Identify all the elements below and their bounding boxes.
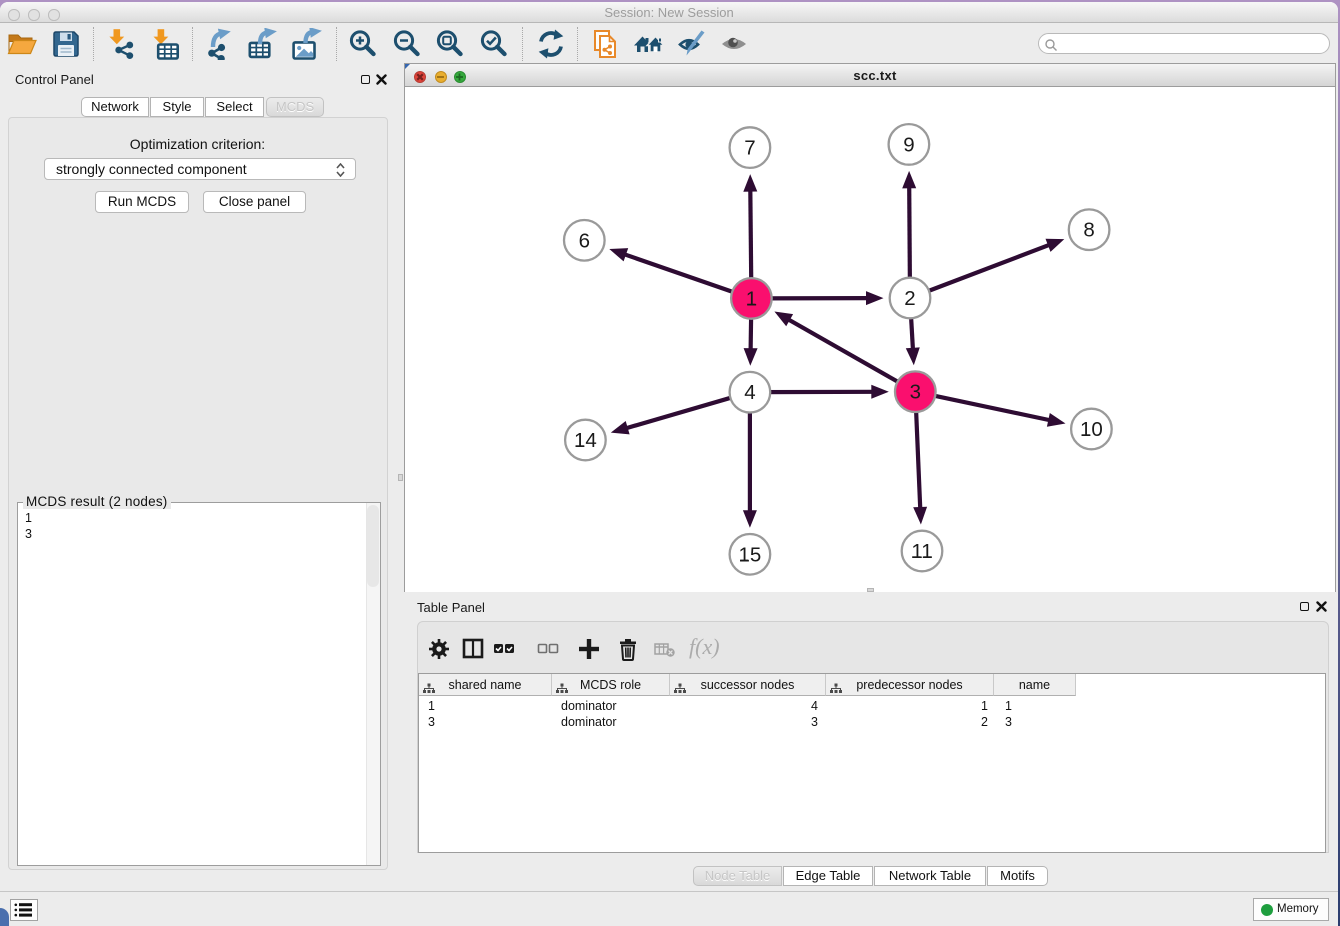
svg-text:11: 11	[911, 540, 932, 563]
svg-text:9: 9	[903, 133, 914, 156]
svg-text:10: 10	[1080, 418, 1103, 441]
svg-text:f(x): f(x)	[689, 635, 720, 659]
svg-text:6: 6	[579, 229, 590, 252]
svg-text:2: 2	[904, 287, 915, 310]
svg-text:4: 4	[744, 381, 755, 404]
svg-text:8: 8	[1083, 219, 1094, 242]
svg-text:14: 14	[574, 429, 597, 452]
svg-text:15: 15	[738, 543, 761, 566]
svg-text:3: 3	[910, 381, 921, 404]
svg-text:7: 7	[744, 137, 755, 160]
svg-text:1: 1	[746, 287, 757, 310]
